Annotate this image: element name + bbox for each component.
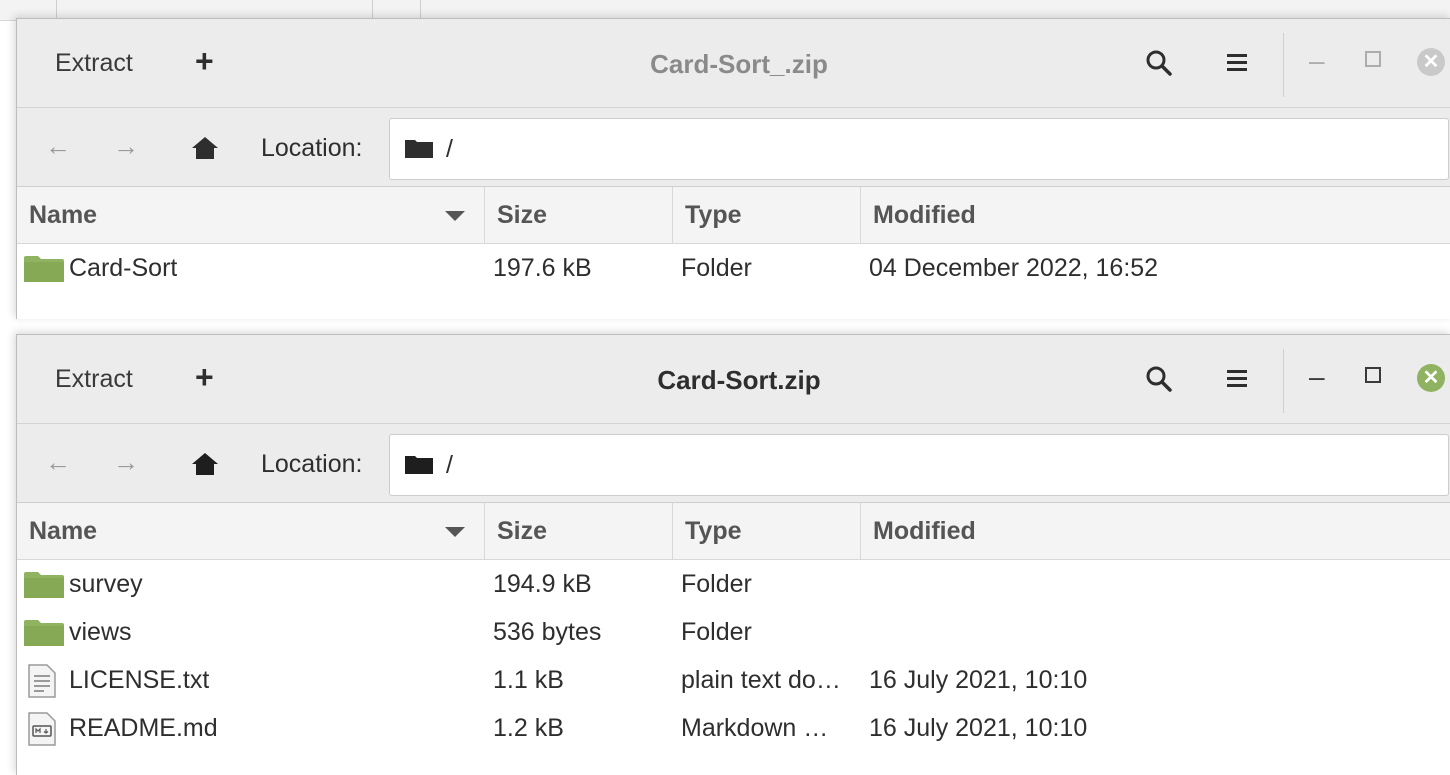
file-type: Folder: [681, 254, 752, 282]
home-icon[interactable]: [191, 452, 219, 481]
column-header-modified[interactable]: Modified: [861, 187, 1450, 243]
location-toolbar: ← → Location: /: [17, 424, 1450, 503]
file-type: Folder: [681, 570, 752, 598]
column-header-size[interactable]: Size: [485, 187, 673, 243]
location-path: /: [446, 135, 453, 163]
file-modified: 04 December 2022, 16:52: [869, 254, 1159, 282]
column-header-type[interactable]: Type: [673, 503, 861, 559]
file-name: Card-Sort: [69, 254, 178, 282]
archive-window-active[interactable]: Extract + Card-Sort.zip – ✕ ← → Location…: [16, 334, 1450, 775]
minimize-button[interactable]: –: [1309, 45, 1325, 77]
back-arrow-icon[interactable]: ←: [45, 131, 71, 162]
file-size: 194.9 kB: [493, 570, 592, 598]
folder-icon: [23, 570, 65, 605]
column-header-label: Type: [685, 201, 742, 229]
column-header-row: Name Size Type Modified: [17, 187, 1450, 244]
sort-descending-icon[interactable]: [445, 527, 465, 537]
file-modified: 16 July 2021, 10:10: [869, 714, 1088, 742]
location-label: Location:: [261, 450, 363, 478]
location-field[interactable]: /: [389, 434, 1449, 496]
sort-descending-icon[interactable]: [445, 211, 465, 221]
search-icon[interactable]: [1145, 49, 1173, 82]
table-row[interactable]: README.md 1.2 kB Markdown … 16 July 2021…: [17, 704, 1450, 752]
minimize-button[interactable]: –: [1309, 361, 1325, 393]
background-segment: [372, 0, 421, 20]
file-modified: 16 July 2021, 10:10: [869, 666, 1088, 694]
background-segment: [56, 0, 373, 20]
file-size: 1.1 kB: [493, 666, 564, 694]
close-button[interactable]: ✕: [1417, 48, 1445, 76]
search-icon[interactable]: [1145, 365, 1173, 398]
column-header-label: Name: [29, 201, 98, 229]
markdown-file-icon: [27, 712, 57, 751]
folder-icon: [404, 453, 434, 480]
column-header-type[interactable]: Type: [673, 187, 861, 243]
file-size: 536 bytes: [493, 618, 602, 646]
file-type: Markdown …: [681, 714, 829, 742]
menu-icon[interactable]: [1227, 53, 1249, 78]
titlebar-separator: [1283, 33, 1284, 97]
table-row[interactable]: Card-Sort 197.6 kB Folder 04 December 20…: [17, 244, 1450, 292]
column-header-label: Modified: [873, 517, 976, 545]
maximize-button[interactable]: [1365, 367, 1381, 383]
column-header-label: Size: [497, 517, 548, 545]
column-header-size[interactable]: Size: [485, 503, 673, 559]
location-toolbar: ← → Location: /: [17, 108, 1450, 187]
file-name: README.md: [69, 714, 218, 742]
table-row[interactable]: views 536 bytes Folder: [17, 608, 1450, 656]
file-size: 197.6 kB: [493, 254, 592, 282]
home-icon[interactable]: [191, 136, 219, 165]
column-header-label: Modified: [873, 201, 976, 229]
maximize-button[interactable]: [1365, 51, 1381, 67]
column-header-label: Type: [685, 517, 742, 545]
forward-arrow-icon[interactable]: →: [113, 447, 139, 478]
column-header-modified[interactable]: Modified: [861, 503, 1450, 559]
close-button[interactable]: ✕: [1417, 364, 1445, 392]
file-name: LICENSE.txt: [69, 666, 210, 694]
file-name: survey: [69, 570, 143, 598]
table-row[interactable]: LICENSE.txt 1.1 kB plain text do… 16 Jul…: [17, 656, 1450, 704]
file-size: 1.2 kB: [493, 714, 564, 742]
location-path: /: [446, 451, 453, 479]
file-type: Folder: [681, 618, 752, 646]
folder-icon: [404, 137, 434, 164]
column-header-label: Size: [497, 201, 548, 229]
titlebar[interactable]: Extract + Card-Sort_.zip – ✕: [17, 19, 1450, 108]
location-field[interactable]: /: [389, 118, 1449, 180]
column-header-name[interactable]: Name: [17, 187, 485, 243]
forward-arrow-icon[interactable]: →: [113, 131, 139, 162]
column-header-row: Name Size Type Modified: [17, 503, 1450, 560]
file-name: views: [69, 618, 132, 646]
file-type: plain text do…: [681, 666, 841, 694]
titlebar[interactable]: Extract + Card-Sort.zip – ✕: [17, 335, 1450, 424]
back-arrow-icon[interactable]: ←: [45, 447, 71, 478]
titlebar-separator: [1283, 349, 1284, 413]
menu-icon[interactable]: [1227, 369, 1249, 394]
table-row[interactable]: survey 194.9 kB Folder: [17, 560, 1450, 608]
folder-icon: [23, 254, 65, 289]
archive-window-inactive[interactable]: Extract + Card-Sort_.zip – ✕ ← → Locatio…: [16, 18, 1450, 319]
text-file-icon: [27, 664, 57, 703]
folder-icon: [23, 618, 65, 653]
background-segment: [0, 0, 57, 20]
column-header-label: Name: [29, 517, 98, 545]
location-label: Location:: [261, 134, 363, 162]
column-header-name[interactable]: Name: [17, 503, 485, 559]
